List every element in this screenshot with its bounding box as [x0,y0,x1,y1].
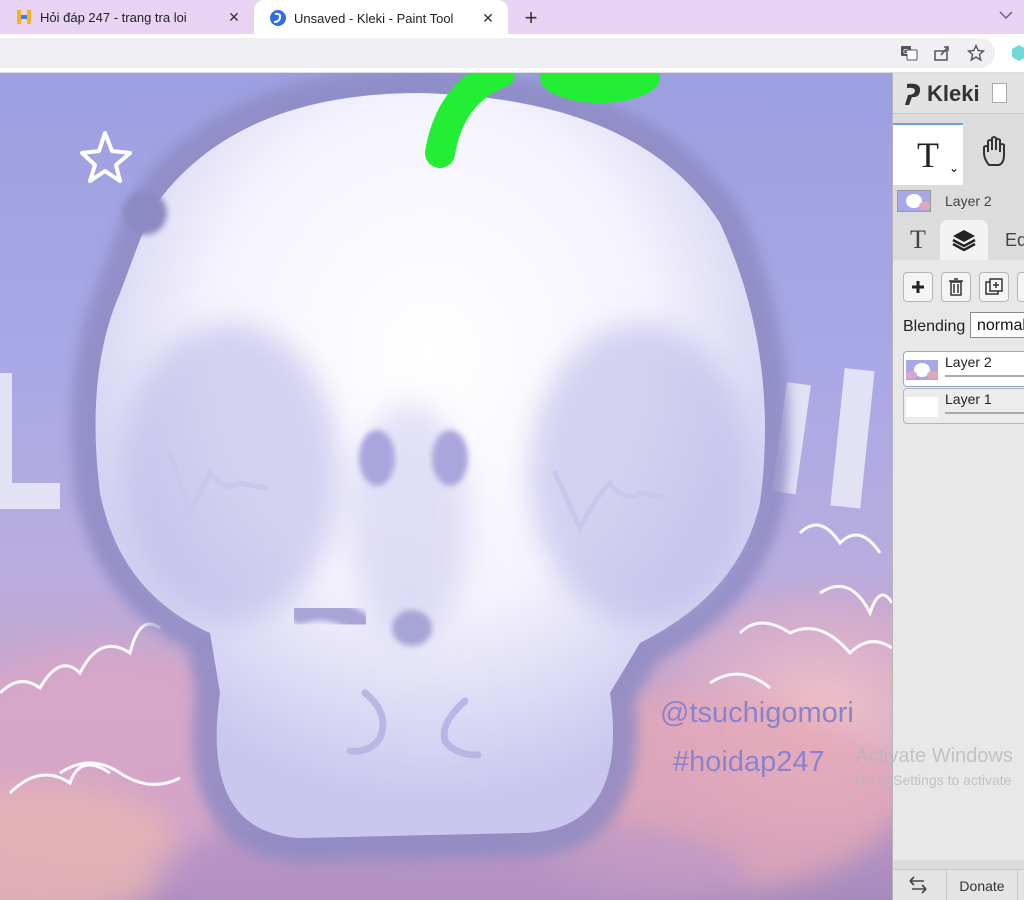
layer-name: Layer 2 [945,354,992,370]
delete-layer-button[interactable] [941,272,971,302]
tab-tool-settings-label: T [910,225,926,254]
add-layer-icon [912,281,924,293]
more-layer-button[interactable] [1017,272,1024,302]
duplicate-layer-button[interactable] [979,272,1009,302]
watermark-hashtag: #hoidap247 [673,746,825,778]
new-image-icon[interactable] [992,83,1007,103]
close-tab-icon[interactable]: ✕ [224,9,244,26]
tab-tool-settings[interactable]: T [903,220,933,260]
close-tab-icon[interactable]: ✕ [478,10,498,27]
delete-layer-icon [949,278,963,296]
layer-item-1[interactable]: Layer 1 [903,388,1024,424]
bookmark-star-icon[interactable] [967,44,985,62]
star-doodle [80,131,132,183]
layer-item-2[interactable]: Layer 2 [903,351,1024,387]
blending-mode-select[interactable]: normal [970,312,1024,338]
blending-label: Blending [903,318,966,335]
watermark-handle: @tsuchigomori [660,697,854,729]
add-layer-button[interactable] [903,272,933,302]
new-tab-button[interactable]: + [518,5,544,31]
layer-opacity-slider[interactable] [945,375,1024,377]
layer-opacity-slider[interactable] [945,412,1024,414]
left-eye [359,430,395,486]
chevron-down-icon[interactable] [996,6,1016,24]
kleki-header: Kleki [893,73,1024,114]
active-layer-name: Layer 2 [945,193,992,209]
layer-thumbnail [906,360,938,380]
translate-icon[interactable]: G [900,44,918,62]
layers-icon [952,230,976,252]
swap-arrows-icon[interactable] [907,874,929,896]
address-bar[interactable] [0,38,995,68]
tab-layers[interactable] [940,220,988,260]
browser-tab-kleki[interactable]: Unsaved - Kleki - Paint Tool ✕ [254,0,508,36]
tab-title: Unsaved - Kleki - Paint Tool [294,10,454,26]
share-icon[interactable] [933,44,951,62]
tab-title: Hỏi đáp 247 - trang tra loi [40,9,187,25]
text-tool-button[interactable]: T [893,123,963,185]
text-tool-label: T [917,135,939,175]
donate-button[interactable]: Donate [946,870,1018,900]
browser-tab-hoidap[interactable]: Hỏi đáp 247 - trang tra loi ✕ [0,0,254,34]
layer-thumbnail [906,397,938,417]
kleki-logo-text: Kleki [927,81,980,106]
kleki-favicon-icon [270,10,286,26]
layer-name: Layer 1 [945,391,992,407]
browser-tab-strip: Hỏi đáp 247 - trang tra loi ✕ Unsaved - … [0,0,1024,36]
right-eye [432,430,468,486]
browser-toolbar: G [0,34,1024,73]
hoidap-favicon-icon [17,10,31,24]
drawing-canvas[interactable]: @tsuchigomori #hoidap247 [0,73,892,900]
hand-tool-icon[interactable] [981,135,1011,169]
extension-icon[interactable] [1010,44,1024,62]
duplicate-layer-icon [985,278,1003,295]
tool-row: T ⌄ [893,123,1024,185]
active-layer-thumbnail [897,190,931,212]
layers-panel: Blending normal Layer 2 Layer 1 [893,260,1024,860]
activate-windows-subtext: Go to Settings to activate [855,772,1012,788]
svg-text:G: G [903,48,908,56]
tab-edit-label: Ed [1005,229,1024,250]
tab-edit[interactable]: Ed [1005,220,1024,260]
panel-footer: Donate [893,869,1024,900]
activate-windows-text: Activate Windows [855,745,1013,767]
kleki-logo-icon [905,83,921,105]
chevron-down-icon[interactable]: ⌄ [949,161,959,175]
kleki-logo: Kleki [903,81,980,107]
nose [392,610,432,646]
panel-tabs: T Ed [893,220,1024,260]
